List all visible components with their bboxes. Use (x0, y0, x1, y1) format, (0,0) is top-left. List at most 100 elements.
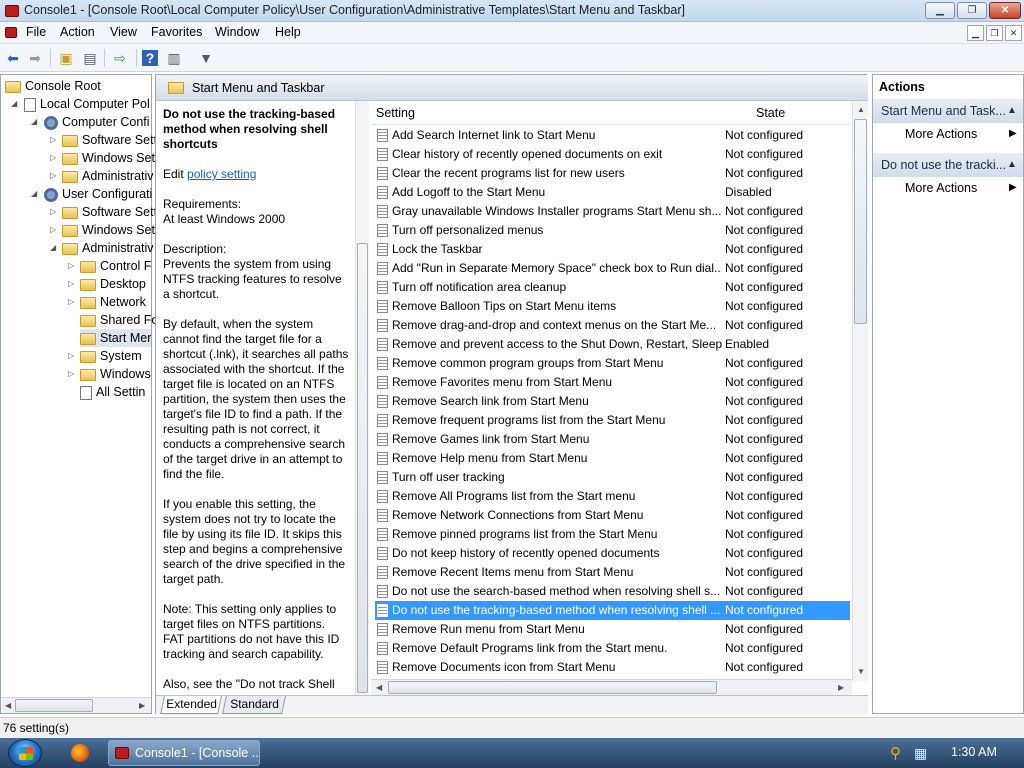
collapse-arrow-icon[interactable]: ▷ (50, 221, 56, 239)
scroll-thumb[interactable] (15, 699, 93, 712)
up-folder-icon[interactable]: ▣ (56, 48, 76, 68)
table-row[interactable]: Remove Run menu from Start Menu Not confi… (375, 620, 850, 639)
collapse-up-icon[interactable]: ▲ (1007, 99, 1017, 123)
export-list-icon[interactable]: ⇨ (110, 48, 130, 68)
forward-arrow-icon[interactable]: ➡ (25, 48, 45, 68)
collapse-arrow-icon[interactable]: ▷ (68, 275, 74, 293)
show-hide-tree-icon[interactable]: ▤ (80, 48, 100, 68)
table-row[interactable]: Remove All Programs list from the Start … (375, 487, 850, 506)
scroll-up-arrow-icon[interactable]: ▲ (857, 105, 865, 114)
tree-node-local-computer-policy[interactable]: Local Computer Pol (24, 95, 150, 113)
collapse-up-icon[interactable]: ▲ (1007, 153, 1017, 177)
table-row[interactable]: Remove and prevent access to the Shut Do… (375, 335, 850, 354)
tree-node-network[interactable]: Network (80, 293, 146, 311)
table-row[interactable]: Remove Games link from Start Menu Not con… (375, 430, 850, 449)
menu-help[interactable]: Help (275, 25, 301, 39)
table-row[interactable]: Do not keep history of recently opened d… (375, 544, 850, 563)
tab-extended[interactable]: Extended (160, 696, 222, 714)
table-row[interactable]: Do not use the search-based method when … (375, 582, 850, 601)
tree-node-administrative-templates[interactable]: Administrativ (62, 167, 154, 185)
maximize-button[interactable]: ❐ (957, 2, 987, 19)
tab-standard[interactable]: Standard (222, 696, 286, 714)
collapse-arrow-icon[interactable]: ▷ (50, 167, 56, 185)
table-row[interactable]: Remove common program groups from Start … (375, 354, 850, 373)
table-row[interactable]: Remove Favorites menu from Start Menu Not… (375, 373, 850, 392)
table-row[interactable]: Add "Run in Separate Memory Space" check… (375, 259, 850, 278)
console-app-icon[interactable] (5, 5, 19, 17)
scroll-right-arrow-icon[interactable]: ▶ (139, 701, 145, 710)
collapse-arrow-icon[interactable]: ▷ (50, 131, 56, 149)
document-icon[interactable] (5, 27, 17, 38)
scroll-right-arrow-icon[interactable]: ▶ (838, 683, 844, 692)
menu-window[interactable]: Window (215, 25, 259, 39)
collapse-arrow-icon[interactable]: ▷ (50, 149, 56, 167)
filter-icon[interactable]: ▼ (196, 48, 216, 68)
child-restore-button[interactable]: ❐ (986, 25, 1003, 41)
show-hide-action-pane-icon[interactable]: ▥ (164, 48, 184, 68)
tree-node-desktop[interactable]: Desktop (80, 275, 146, 293)
table-row[interactable]: Clear the recent programs list for new u… (375, 164, 850, 183)
table-row[interactable]: Remove Network Connections from Start Me… (375, 506, 850, 525)
table-row[interactable]: Remove Recent Items menu from Start Menu… (375, 563, 850, 582)
list-horizontal-scrollbar[interactable]: ◀ ▶ (371, 679, 852, 695)
collapse-arrow-icon[interactable]: ▷ (68, 257, 74, 275)
table-row[interactable]: Remove drag-and-drop and context menus o… (375, 316, 850, 335)
more-actions-item[interactable]: More Actions (905, 181, 977, 195)
clock[interactable]: 1:30 AM (951, 745, 997, 759)
more-actions-item[interactable]: More Actions (905, 127, 977, 141)
search-tray-icon[interactable]: ⚲ (890, 744, 901, 762)
table-row[interactable]: Do not use the tracking-based method whe… (375, 601, 850, 620)
table-row[interactable]: Gray unavailable Windows Installer progr… (375, 202, 850, 221)
child-close-button[interactable]: ✕ (1005, 25, 1022, 41)
firefox-icon[interactable] (71, 744, 89, 762)
tree-horizontal-scrollbar[interactable]: ◀ ▶ (1, 697, 151, 713)
tree-node-windows-settings[interactable]: Windows Set (62, 221, 155, 239)
table-row[interactable]: Remove frequent programs list from the S… (375, 411, 850, 430)
tree-node-software-settings[interactable]: Software Sett (62, 203, 157, 221)
actions-section-start-menu[interactable]: Start Menu and Task... ▲ (873, 99, 1023, 123)
menu-favorites[interactable]: Favorites (151, 25, 202, 39)
tree-node-windows-components[interactable]: Windows (80, 365, 151, 383)
collapse-arrow-icon[interactable]: ▷ (50, 203, 56, 221)
expand-arrow-icon[interactable]: ◢ (31, 185, 37, 203)
table-row[interactable]: Turn off personalized menus Not configure… (375, 221, 850, 240)
table-row[interactable]: Remove Default Programs link from the St… (375, 639, 850, 658)
expand-arrow-icon[interactable]: ◢ (50, 239, 56, 257)
minimize-button[interactable]: ▁ (925, 2, 955, 19)
help-icon[interactable]: ? (142, 50, 158, 66)
actions-section-selected-policy[interactable]: Do not use the tracki... ▲ (873, 153, 1023, 177)
start-button[interactable] (8, 739, 42, 767)
table-row[interactable]: Add Search Internet link to Start Menu No… (375, 126, 850, 145)
tree-node-administrative-templates[interactable]: Administrativ (62, 239, 154, 257)
list-vertical-scrollbar[interactable]: ▲ ▼ (852, 101, 868, 681)
column-header-state[interactable]: State (756, 106, 785, 120)
menu-action[interactable]: Action (60, 25, 95, 39)
table-row[interactable]: Remove Documents icon from Start Menu Not… (375, 658, 850, 677)
tree-node-user-configuration[interactable]: User Configurati (44, 185, 152, 203)
scroll-down-arrow-icon[interactable]: ▼ (857, 667, 865, 676)
back-arrow-icon[interactable]: ⬅ (3, 48, 23, 68)
table-row[interactable]: Remove Help menu from Start Menu Not conf… (375, 449, 850, 468)
expand-arrow-icon[interactable]: ◢ (31, 113, 37, 131)
scroll-left-arrow-icon[interactable]: ◀ (5, 701, 11, 710)
tree-node-shared-folders[interactable]: Shared Fo (80, 311, 158, 329)
table-row[interactable]: Lock the Taskbar Not configured (375, 240, 850, 259)
table-row[interactable]: Remove Balloon Tips on Start Menu items N… (375, 297, 850, 316)
network-tray-icon[interactable]: ▦ (914, 745, 927, 762)
table-row[interactable]: Turn off user tracking Not configured (375, 468, 850, 487)
close-button[interactable]: ✕ (989, 2, 1021, 19)
edit-policy-setting-link[interactable]: policy setting (187, 167, 256, 181)
expand-arrow-icon[interactable]: ◢ (11, 95, 17, 113)
tree-node-console-root[interactable]: Console Root (5, 77, 101, 95)
table-row[interactable]: Add Logoff to the Start Menu Disabled (375, 183, 850, 202)
column-header-setting[interactable]: Setting (376, 106, 415, 120)
collapse-arrow-icon[interactable]: ▷ (68, 293, 74, 311)
table-row[interactable]: Remove pinned programs list from the Sta… (375, 525, 850, 544)
tree-node-computer-configuration[interactable]: Computer Confi (44, 113, 150, 131)
scroll-thumb[interactable] (854, 119, 867, 324)
tree-node-all-settings[interactable]: All Settin (80, 383, 145, 401)
menu-file[interactable]: File (26, 25, 46, 39)
taskbar-button-console1[interactable]: Console1 - [Console ... (108, 740, 260, 766)
scroll-thumb[interactable] (388, 681, 717, 694)
menu-view[interactable]: View (110, 25, 137, 39)
